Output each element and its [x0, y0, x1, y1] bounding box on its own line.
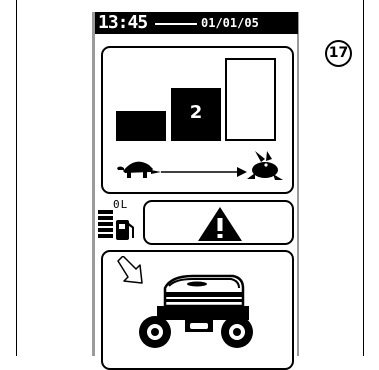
warning-panel: [143, 200, 294, 245]
status-header: 13:45 01/01/05: [95, 12, 298, 34]
active-gear-label: 2: [189, 102, 203, 123]
fuel-gauge-icon: [98, 210, 134, 240]
device-frame-right: [363, 0, 364, 356]
speed-bar-high: [225, 58, 276, 141]
clock-time: 13:45: [98, 12, 148, 33]
compactor-machine-icon: [139, 274, 253, 348]
speed-selection-panel[interactable]: 2: [101, 46, 294, 194]
speed-range-icons: [117, 151, 283, 180]
speed-bar-low: [116, 111, 166, 141]
turtle-icon: [117, 161, 161, 178]
display-bezel-left: [92, 12, 95, 356]
header-separator: [155, 23, 197, 25]
warning-triangle-icon: [198, 207, 242, 241]
machine-status-panel: [101, 250, 294, 370]
rabbit-icon: [247, 151, 283, 180]
display-bezel-right: [297, 12, 299, 356]
callout-number: 17: [325, 40, 352, 67]
clock-date: 01/01/05: [201, 16, 259, 30]
device-frame-left: [16, 0, 17, 356]
